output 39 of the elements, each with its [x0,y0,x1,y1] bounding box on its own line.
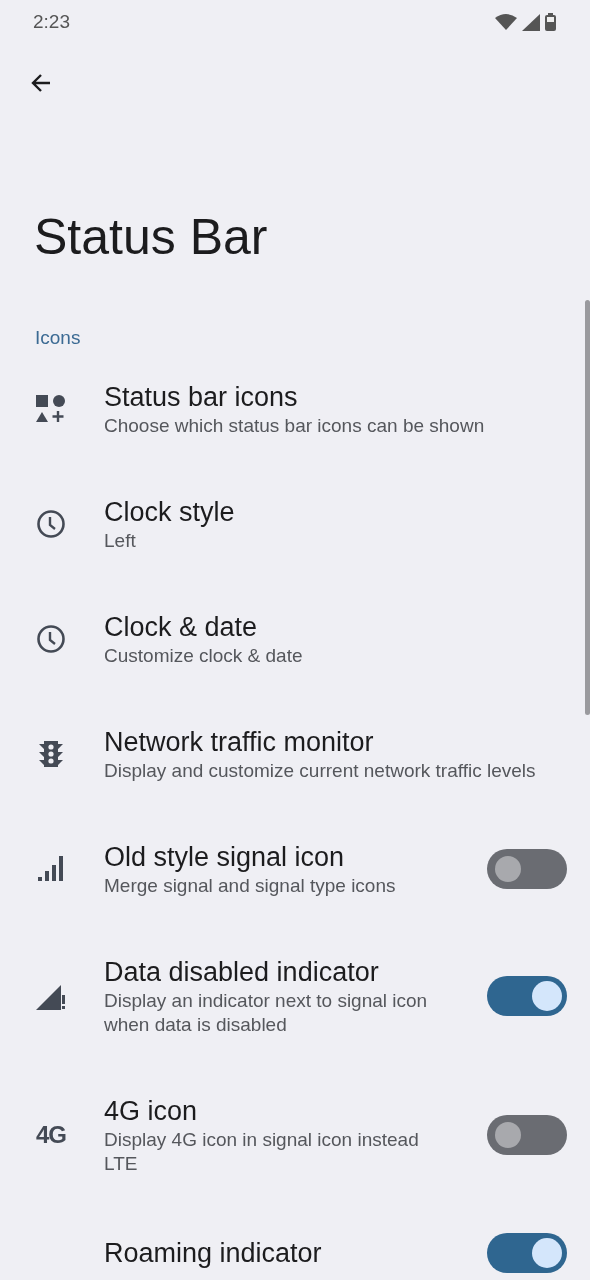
item-title: Old style signal icon [104,841,346,874]
network-type-icon: 4G [36,1121,66,1149]
item-summary: Display an indicator next to signal icon when data is disabled [104,989,429,1037]
item-title: Network traffic monitor [104,726,375,759]
item-summary: Left [104,529,137,553]
item-title: Clock & date [104,611,259,644]
item-title: Status bar icons [104,381,299,414]
item-summary: Display 4G icon in signal icon instead LTE [104,1128,420,1176]
battery-icon [545,13,556,31]
section-header: Icons [35,326,82,350]
wifi-icon [495,14,517,30]
settings-item[interactable]: Roaming indicator [0,1205,584,1280]
settings-item[interactable]: Status bar icons Choose which status bar icons can be shown [0,352,584,467]
settings-item[interactable]: Clock & date Customize clock & date [0,582,584,697]
toggle-switch[interactable] [487,1115,567,1155]
clock-icon [36,624,66,654]
settings-item[interactable]: Data disabled indicator Display an indicator next to signal icon when data is disabled [0,927,584,1066]
clock-icon [36,509,66,539]
toggle-switch[interactable] [487,1233,567,1273]
toggle-switch[interactable] [487,849,567,889]
settings-item[interactable]: 4G 4G icon Display 4G icon in signal icon instead LTE [0,1066,584,1205]
signal-icon [522,13,540,31]
item-summary: Choose which status bar icons can be shown [104,414,486,438]
settings-item[interactable]: Old style signal icon Merge signal and signal type icons [0,812,584,927]
page-title: Status Bar [33,208,269,266]
item-title: Clock style [104,496,236,529]
signal-bars-icon [38,856,64,882]
item-title: Roaming indicator [104,1237,323,1270]
shapes-icon [36,395,66,423]
toggle-switch[interactable] [487,976,567,1016]
item-summary: Display and customize current network traffic levels [104,759,537,783]
item-title: Data disabled indicator [104,956,380,989]
status-time: 2:23 [33,11,70,33]
item-summary: Customize clock & date [104,644,304,668]
item-summary: Merge signal and signal type icons [104,874,397,898]
traffic-light-icon [39,740,63,768]
settings-item[interactable]: Network traffic monitor Display and customize current network traffic levels [0,697,584,812]
item-title: 4G icon [104,1095,199,1128]
settings-item[interactable]: Clock style Left [0,467,584,582]
